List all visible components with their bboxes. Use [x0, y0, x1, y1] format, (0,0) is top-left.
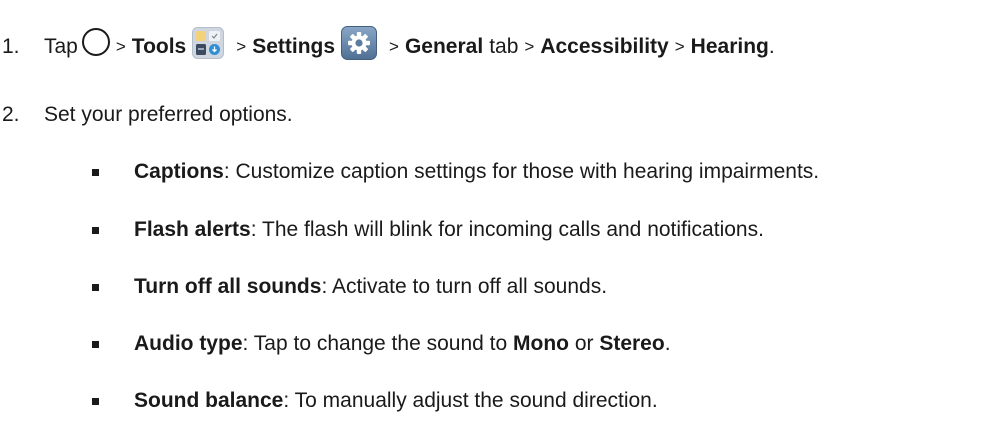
- option-term: Flash alerts: [134, 218, 251, 241]
- settings-gear-icon: [341, 26, 378, 60]
- option-term: Audio type: [134, 332, 243, 355]
- list-item: Captions : Customize caption settings fo…: [0, 159, 819, 185]
- separator: >: [389, 37, 399, 56]
- step-1: 1. Tap > Tools > Settings > General tab …: [0, 26, 775, 64]
- option-mono: Mono: [513, 332, 569, 355]
- option-or-text: or: [568, 332, 600, 355]
- option-term: Captions: [134, 160, 224, 183]
- general-label: General: [404, 35, 484, 58]
- tools-label: Tools: [131, 35, 187, 58]
- step-number: 1.: [2, 35, 20, 58]
- option-stereo: Stereo: [599, 332, 665, 355]
- period: .: [768, 35, 775, 58]
- bullet-icon: [92, 283, 99, 291]
- option-term: Turn off all sounds: [134, 275, 322, 298]
- bullet-icon: [92, 168, 99, 176]
- option-description: : Activate to turn off all sounds.: [321, 275, 608, 298]
- option-description: : The flash will blink for incoming call…: [250, 218, 764, 241]
- settings-label: Settings: [252, 35, 336, 58]
- bullet-icon: [92, 340, 99, 348]
- bullet-icon: [92, 397, 99, 405]
- list-item: Audio type : Tap to change the sound to …: [0, 331, 671, 357]
- accessibility-label: Accessibility: [540, 35, 669, 58]
- tab-text: tab: [489, 35, 519, 58]
- tools-folder-icon: [192, 27, 225, 59]
- separator: >: [524, 37, 535, 56]
- hearing-label: Hearing: [690, 35, 769, 58]
- option-description: : Tap to change the sound to: [242, 332, 513, 355]
- period: .: [664, 332, 671, 355]
- home-circle-icon: [81, 28, 110, 56]
- list-item: Sound balance : To manually adjust the s…: [0, 388, 658, 414]
- option-description: : To manually adjust the sound direction…: [283, 389, 658, 412]
- separator: >: [236, 37, 247, 56]
- list-item: Flash alerts : The flash will blink for …: [0, 217, 764, 243]
- tap-text: Tap: [44, 35, 78, 58]
- list-item: Turn off all sounds : Activate to turn o…: [0, 274, 607, 300]
- option-description: : Customize caption settings for those w…: [223, 160, 820, 183]
- step-number: 2.: [2, 103, 20, 126]
- option-term: Sound balance: [134, 389, 284, 412]
- step-text: Set your preferred options.: [44, 103, 293, 126]
- separator: >: [674, 37, 685, 56]
- separator: >: [115, 37, 126, 56]
- bullet-icon: [92, 226, 99, 234]
- instruction-document: 1. Tap > Tools > Settings > General tab …: [0, 0, 981, 428]
- step-2: 2. Set your preferred options.: [0, 102, 293, 128]
